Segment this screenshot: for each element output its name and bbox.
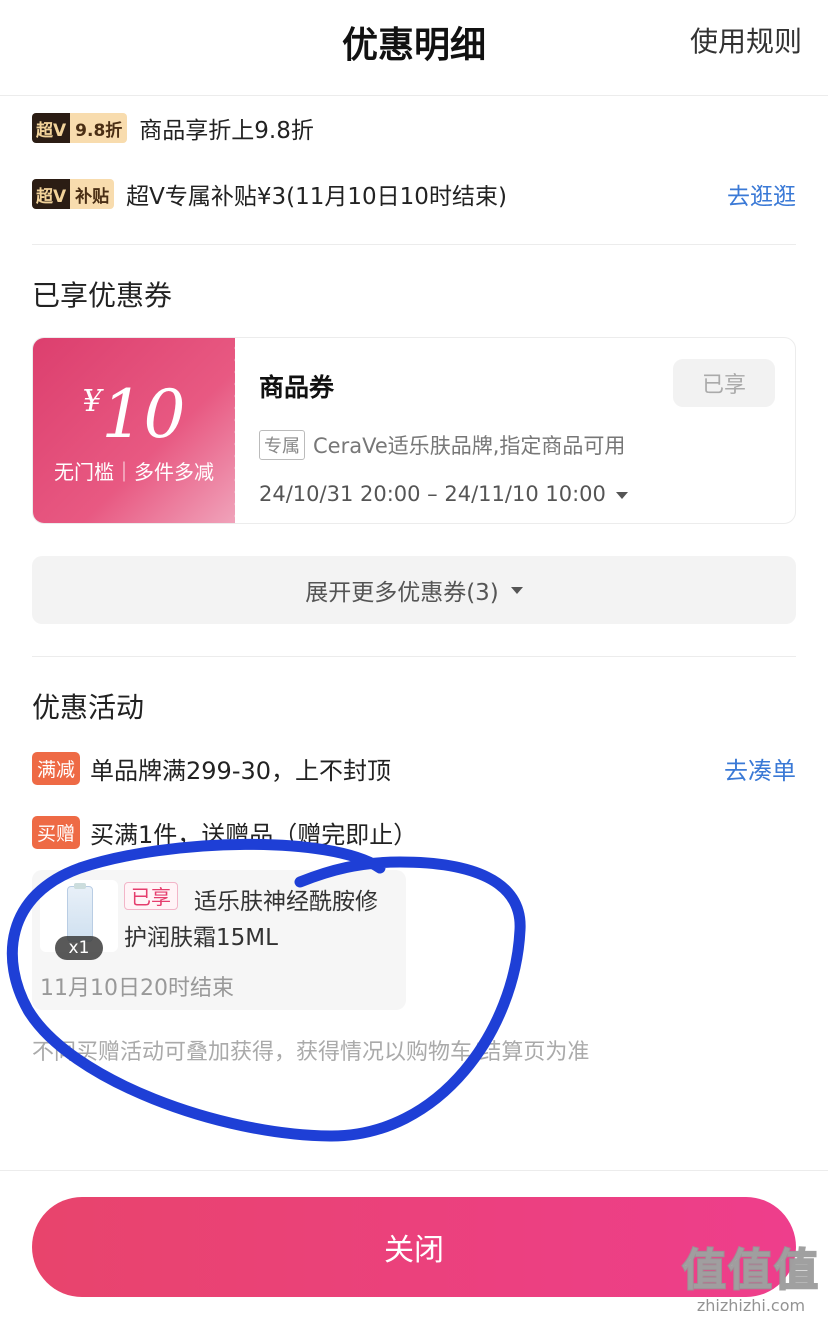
rules-link[interactable]: 使用规则 <box>690 20 802 60</box>
full-reduction-badge: 满减 <box>32 751 81 785</box>
coupon-perforation <box>229 342 241 522</box>
chevron-down-icon[interactable] <box>615 491 628 499</box>
header: 优惠明细 使用规则 <box>0 0 828 96</box>
coupon-card[interactable]: ¥10 无门槛｜多件多减 商品券 已享 专属 CeraVe适乐肤品牌,指定商品可… <box>32 337 796 524</box>
activity-row-full-reduction: 满减 单品牌满299-30，上不封顶 去凑单 <box>32 748 796 788</box>
coupon-validity-text: 24/10/31 20:00 – 24/11/10 10:00 <box>259 482 606 506</box>
coupon-validity[interactable]: 24/10/31 20:00 – 24/11/10 10:00 <box>259 482 628 506</box>
gift-activity-text: 买满1件，送赠品（赠完即止） <box>90 820 418 849</box>
expand-coupons-button[interactable]: 展开更多优惠券(3) <box>32 556 796 624</box>
gift-quantity: x1 <box>55 936 103 960</box>
go-browse-link[interactable]: 去逛逛 <box>727 177 796 211</box>
product-bottle-icon <box>67 883 93 942</box>
gift-name-line2: 护润肤霜15ML <box>124 925 278 951</box>
divider <box>32 244 796 245</box>
vip-discount-badge: 超V 9.8折 <box>32 113 128 143</box>
add-items-link[interactable]: 去凑单 <box>724 751 796 786</box>
vip-badge-left: 超V <box>32 113 71 143</box>
vip-subsidy-row: 超V 补贴 超V专属补贴¥3(11月10日10时结束) 去逛逛 <box>32 174 796 214</box>
vip-badge-right: 9.8折 <box>70 113 128 143</box>
vip-badge-right: 补贴 <box>70 179 115 209</box>
coupon-amount: ¥10 <box>33 376 235 453</box>
gift-status-tag: 已享 <box>124 882 178 910</box>
activity-row-gift: 买赠 买满1件，送赠品（赠完即止） <box>32 812 796 852</box>
footer-divider <box>0 1170 828 1171</box>
gift-stacking-note: 不同买赠活动可叠加获得，获得情况以购物车/结算页为准 <box>32 1040 590 1065</box>
vip-discount-text: 商品享折上9.8折 <box>139 118 314 144</box>
coupon-value: 10 <box>101 376 186 453</box>
vip-badge-left: 超V <box>32 179 71 209</box>
coupon-status-button: 已享 <box>673 359 775 407</box>
coupon-name: 商品券 <box>259 373 335 402</box>
vip-discount-row: 超V 9.8折 商品享折上9.8折 <box>32 108 796 148</box>
coupon-description-text: CeraVe适乐肤品牌,指定商品可用 <box>313 434 626 458</box>
gift-end-time: 11月10日20时结束 <box>40 976 234 1001</box>
coupon-exclusive-tag: 专属 <box>259 430 305 460</box>
watermark-logo: 值值值 <box>681 1244 820 1297</box>
coupon-currency: ¥ <box>82 384 102 419</box>
coupons-section-title: 已享优惠券 <box>32 279 173 312</box>
coupon-description: 专属 CeraVe适乐肤品牌,指定商品可用 <box>259 430 625 460</box>
vip-subsidy-badge: 超V 补贴 <box>32 179 115 209</box>
gift-name-line1: 适乐肤神经酰胺修 <box>194 889 378 915</box>
full-reduction-text: 单品牌满299-30，上不封顶 <box>90 756 392 785</box>
gift-product-image: x1 <box>40 880 118 960</box>
coupon-amount-panel: ¥10 无门槛｜多件多减 <box>33 338 235 523</box>
gift-badge: 买赠 <box>32 815 81 849</box>
activities-section-title: 优惠活动 <box>32 691 145 724</box>
coupon-condition: 无门槛｜多件多减 <box>54 460 214 484</box>
expand-coupons-label: 展开更多优惠券(3) <box>305 580 499 606</box>
gift-item-card[interactable]: x1 已享 适乐肤神经酰胺修 护润肤霜15ML 11月10日20时结束 <box>32 870 406 1010</box>
divider <box>32 656 796 657</box>
watermark: 值值值 zhizhizhi.com <box>681 1234 820 1315</box>
vip-subsidy-text: 超V专属补贴¥3(11月10日10时结束) <box>126 184 507 210</box>
chevron-down-icon <box>510 586 523 594</box>
watermark-site: zhizhizhi.com <box>696 1296 806 1315</box>
